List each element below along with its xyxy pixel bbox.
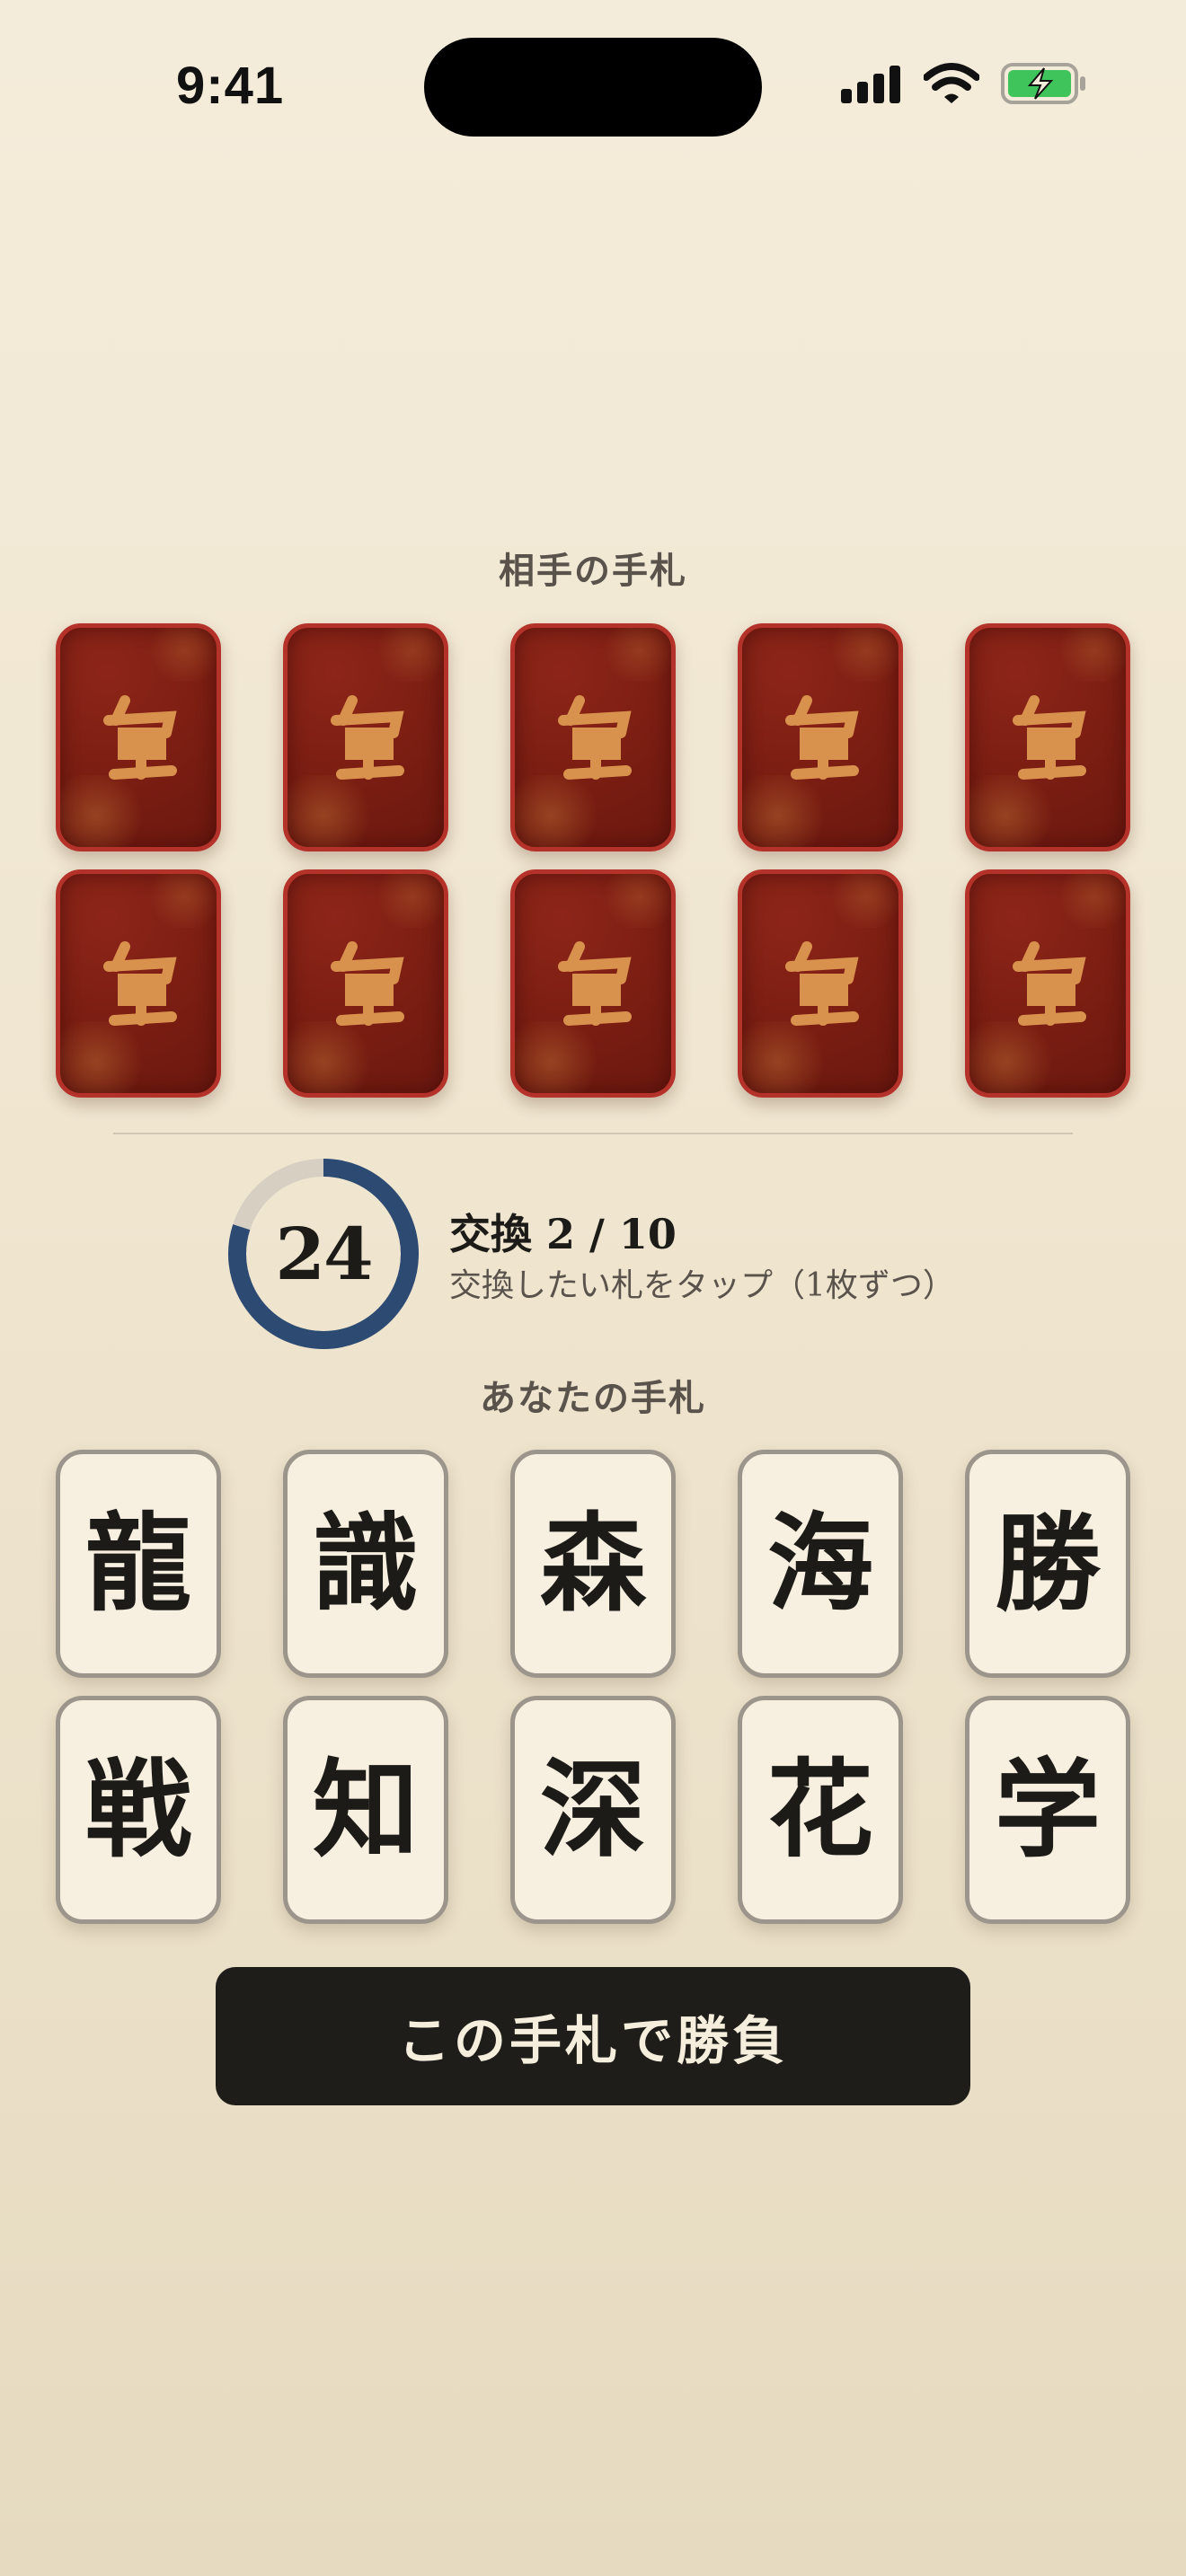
exchange-hint: 交換したい札をタップ（1枚ずつ） <box>449 1267 955 1304</box>
card-kanji: 龍 <box>84 1501 191 1626</box>
opponent-card <box>56 623 221 851</box>
opponent-hand <box>56 623 1130 1098</box>
card-kanji: 学 <box>994 1747 1101 1872</box>
player-card[interactable]: 知 <box>283 1696 448 1924</box>
card-kanji: 深 <box>539 1747 646 1872</box>
opponent-card <box>56 869 221 1098</box>
opponent-card <box>965 623 1130 851</box>
player-hand: 龍 識 森 海 勝 戦 知 深 花 学 <box>56 1450 1130 1924</box>
battery-charging-icon <box>1001 63 1085 104</box>
player-card[interactable]: 森 <box>510 1450 676 1678</box>
opponent-card <box>965 869 1130 1098</box>
card-kanji: 知 <box>312 1747 419 1872</box>
card-back-seal-icon <box>1013 695 1086 780</box>
card-back-seal-icon <box>785 695 859 780</box>
opponent-card <box>510 869 676 1098</box>
player-card[interactable]: 学 <box>965 1696 1130 1924</box>
player-card[interactable]: 深 <box>510 1696 676 1924</box>
cellular-signal-icon <box>841 66 900 103</box>
card-kanji: 識 <box>312 1501 419 1626</box>
card-kanji: 勝 <box>994 1501 1101 1626</box>
card-back-seal-icon <box>558 941 632 1026</box>
player-card[interactable]: 識 <box>283 1450 448 1678</box>
card-kanji: 花 <box>766 1747 873 1872</box>
opponent-card <box>738 869 903 1098</box>
player-card[interactable]: 花 <box>738 1696 903 1924</box>
card-back-seal-icon <box>331 695 404 780</box>
card-kanji: 戦 <box>84 1747 191 1872</box>
opponent-card <box>283 869 448 1098</box>
dynamic-island <box>424 38 762 137</box>
countdown-seconds: 24 <box>275 1212 373 1296</box>
player-card[interactable]: 戦 <box>56 1696 221 1924</box>
card-back-seal-icon <box>558 695 632 780</box>
card-kanji: 海 <box>766 1501 873 1626</box>
opponent-card <box>283 623 448 851</box>
card-back-seal-icon <box>1013 941 1086 1026</box>
opponent-card <box>738 623 903 851</box>
card-kanji: 森 <box>539 1501 646 1626</box>
status-time: 9:41 <box>176 57 285 115</box>
section-divider <box>113 1133 1073 1134</box>
card-back-seal-icon <box>103 695 177 780</box>
wifi-icon <box>924 63 979 103</box>
card-back-seal-icon <box>331 941 404 1026</box>
exchange-count: 交換 2 / 10 <box>449 1210 677 1258</box>
card-back-seal-icon <box>785 941 859 1026</box>
player-card[interactable]: 海 <box>738 1450 903 1678</box>
opponent-hand-title: 相手の手札 <box>499 550 687 592</box>
status-indicators <box>841 63 1087 104</box>
player-card[interactable]: 龍 <box>56 1450 221 1678</box>
player-hand-title: あなたの手札 <box>480 1377 706 1419</box>
player-card[interactable]: 勝 <box>965 1450 1130 1678</box>
opponent-card <box>510 623 676 851</box>
card-back-seal-icon <box>103 941 177 1026</box>
confirm-hand-button[interactable]: この手札で勝負 <box>216 1967 970 2105</box>
